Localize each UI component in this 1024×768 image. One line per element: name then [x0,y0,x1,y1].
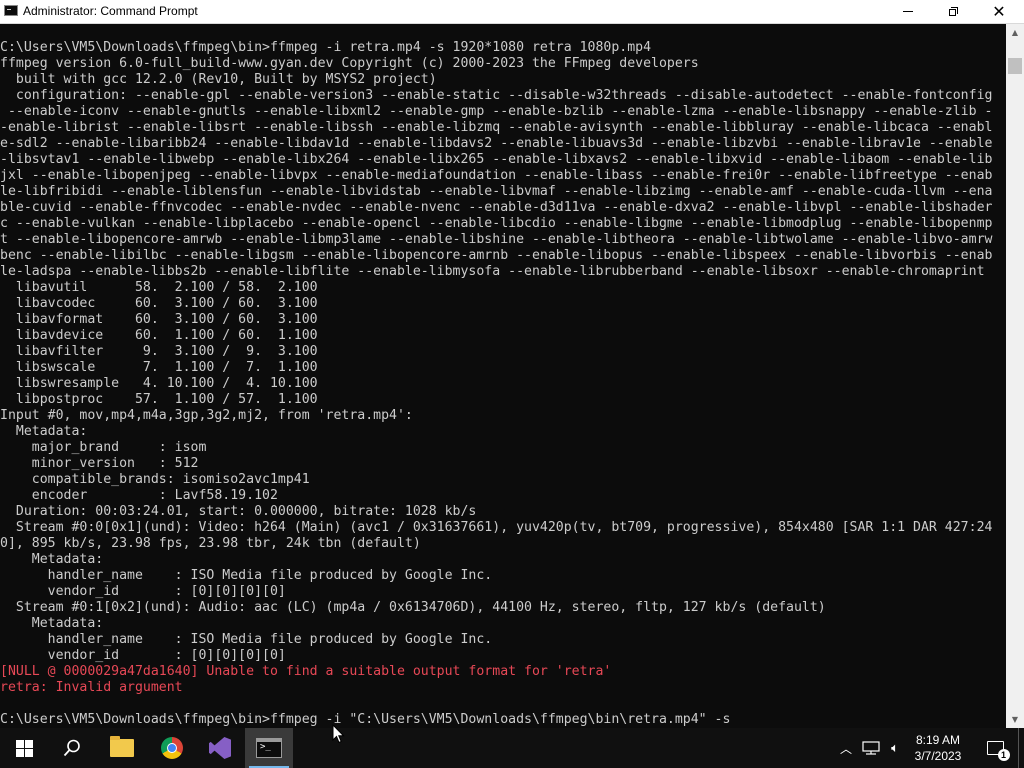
command-prompt-icon [256,738,282,758]
console-line: Stream #0:0[0x1](und): Video: h264 (Main… [0,520,993,535]
clock-time: 8:19 AM [915,733,961,747]
notification-icon: 1 [986,741,1010,761]
minimize-button[interactable] [885,0,931,23]
console-line: built with gcc 12.2.0 (Rev10, Built by M… [0,72,437,87]
command-prompt-input-line[interactable]: C:\Users\VM5\Downloads\ffmpeg\bin>ffmpeg… [0,712,730,727]
console-line: ble-cuvid --enable-ffnvcodec --enable-nv… [0,200,993,215]
chevron-up-icon: ︿ [839,741,852,756]
console-line: t --enable-libopencore-amrwb --enable-li… [0,232,993,247]
console-line: configuration: --enable-gpl --enable-ver… [0,88,993,103]
vertical-scrollbar[interactable]: ▲ ▼ [1006,24,1024,728]
console-line: e-sdl2 --enable-libaribb24 --enable-libd… [0,136,993,151]
console-line: Metadata: [0,424,88,439]
console-line: handler_name : ISO Media file produced b… [0,568,493,583]
restore-icon [948,7,958,16]
console-line: benc --enable-libilbc --enable-libgsm --… [0,248,993,263]
console-line: --enable-iconv --enable-gnutls --enable-… [0,104,993,119]
console-line: Input #0, mov,mp4,m4a,3gp,3g2,mj2, from … [0,408,413,423]
console-text: C:\Users\VM5\Downloads\ffmpeg\bin>ffmpeg… [0,24,1006,728]
scroll-down-button[interactable]: ▼ [1006,711,1024,728]
console-line: -enable-librist --enable-libsrt --enable… [0,120,993,135]
console-line: 0], 895 kb/s, 23.98 fps, 23.98 tbr, 24k … [0,536,421,551]
console-line: le-libfribidi --enable-liblensfun --enab… [0,184,993,199]
console-line: jxl --enable-libopenjpeg --enable-libvpx… [0,168,993,183]
console-line: libavfilter 9. 3.100 / 9. 3.100 [0,344,318,359]
scroll-up-button[interactable]: ▲ [1006,24,1024,41]
folder-icon [110,736,134,757]
taskbar-visual-studio[interactable] [196,728,244,768]
taskbar-chrome[interactable] [148,728,196,768]
console-line: libavdevice 60. 1.100 / 60. 1.100 [0,328,318,343]
console-line: libswscale 7. 1.100 / 7. 1.100 [0,360,318,375]
network-button[interactable] [860,728,882,768]
mouse-cursor [332,724,345,744]
console-line: c --enable-vulkan --enable-libplacebo --… [0,216,993,231]
maximize-button[interactable] [930,0,976,23]
notification-badge: 1 [997,749,1010,761]
taskbar-file-explorer[interactable] [98,728,146,768]
windows-logo-icon [15,739,33,757]
show-hidden-icons-button[interactable]: ︿ [836,728,856,768]
window-title: Administrator: Command Prompt [23,4,198,18]
console-output[interactable]: C:\Users\VM5\Downloads\ffmpeg\bin>ffmpeg… [0,24,1006,728]
console-line: Duration: 00:03:24.01, start: 0.000000, … [0,504,477,519]
console-line: -libsvtav1 --enable-libwebp --enable-lib… [0,152,993,167]
console-line: libavformat 60. 3.100 / 60. 3.100 [0,312,318,327]
title-bar[interactable]: Administrator: Command Prompt ✕ [0,0,1024,24]
visual-studio-icon [209,737,231,759]
clock[interactable]: 8:19 AM 3/7/2023 [906,728,970,768]
speaker-icon: 🔈︎ [891,740,899,756]
console-line: libavcodec 60. 3.100 / 60. 3.100 [0,296,318,311]
action-center-button[interactable]: 1 [978,728,1012,768]
network-icon [862,741,880,755]
chrome-icon [161,737,183,759]
volume-button[interactable]: 🔈︎ [884,728,906,768]
console-line: le-ladspa --enable-libbs2b --enable-libf… [0,264,985,279]
console-line: compatible_brands: isomiso2avc1mp41 [0,472,310,487]
show-desktop-button[interactable] [1018,728,1024,768]
console-line: vendor_id : [0][0][0][0] [0,584,286,599]
scrollbar-thumb[interactable] [1008,58,1022,74]
close-icon: ✕ [992,1,1006,21]
taskbar: ︿ 🔈︎ 8:19 AM 3/7/2023 1 [0,728,1024,768]
console-line: C:\Users\VM5\Downloads\ffmpeg\bin>ffmpeg… [0,40,652,55]
console-line: major_brand : isom [0,440,207,455]
console-line: libpostproc 57. 1.100 / 57. 1.100 [0,392,318,407]
search-icon [63,739,80,757]
console-line: encoder : Lavf58.19.102 [0,488,278,503]
console-line: minor_version : 512 [0,456,199,471]
console-line: libswresample 4. 10.100 / 4. 10.100 [0,376,318,391]
minimize-icon [903,11,913,12]
command-prompt-icon[interactable] [4,5,18,16]
console-line: ffmpeg version 6.0-full_build-www.gyan.d… [0,56,699,71]
close-button[interactable]: ✕ [976,0,1022,23]
taskbar-command-prompt[interactable] [245,728,293,768]
search-button[interactable] [48,728,96,768]
console-error-line: [NULL @ 0000029a47da1640] Unable to find… [0,664,612,679]
clock-date: 3/7/2023 [914,749,962,763]
console-line: handler_name : ISO Media file produced b… [0,632,493,647]
console-line: Stream #0:1[0x2](und): Audio: aac (LC) (… [0,600,826,615]
console-line: libavutil 58. 2.100 / 58. 2.100 [0,280,318,295]
console-line: vendor_id : [0][0][0][0] [0,648,286,663]
console-error-line: retra: Invalid argument [0,680,183,695]
console-line: Metadata: [0,616,104,631]
start-button[interactable] [0,728,48,768]
console-line: Metadata: [0,552,104,567]
